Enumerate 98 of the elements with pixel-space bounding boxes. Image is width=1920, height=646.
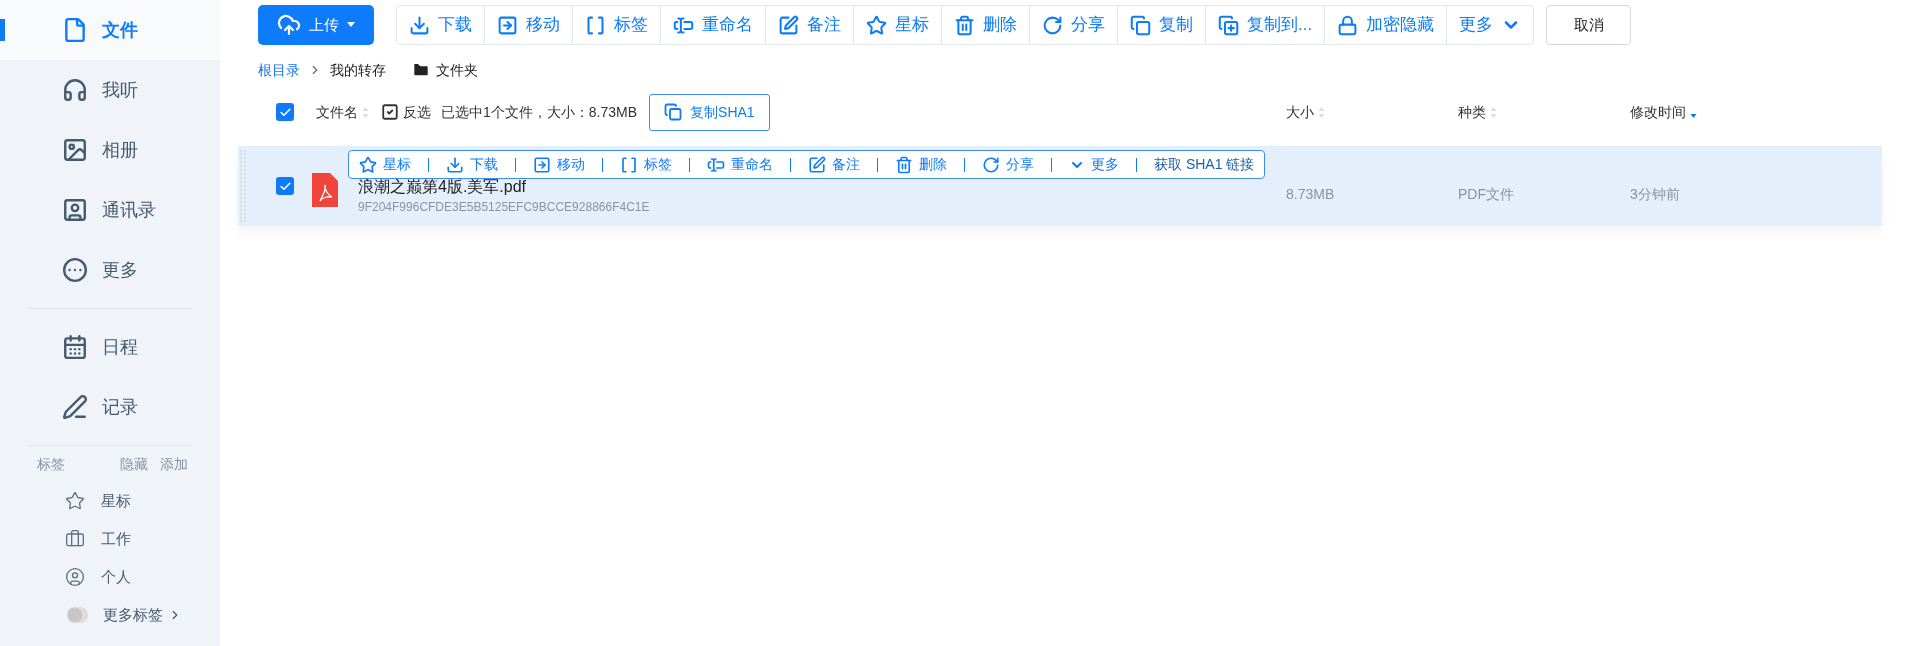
copy-sha1-button[interactable]: 复制SHA1 (649, 93, 770, 131)
sidebar-item[interactable]: 记录 (0, 377, 220, 437)
rename-icon (707, 155, 725, 174)
breadcrumb-item[interactable]: 我的转存 (330, 59, 386, 81)
copy-icon (1130, 14, 1151, 36)
column-header[interactable]: 修改时间 (1630, 101, 1697, 123)
sidebar-item[interactable]: 通讯录 (0, 180, 220, 240)
row-action-button[interactable]: 获取 SHA1 链接 (1154, 154, 1255, 175)
invert-selection-button[interactable]: 反选 (381, 101, 431, 123)
tag-item[interactable]: 工作 (0, 520, 220, 558)
active-indicator (0, 19, 5, 41)
download-icon (409, 14, 430, 36)
sort-icon (1490, 105, 1497, 119)
edit-icon (808, 155, 826, 174)
add-link[interactable]: 添加 (160, 453, 188, 475)
toolbar-button[interactable]: 移动 (484, 6, 572, 44)
sidebar-item[interactable]: 文件 (0, 0, 220, 60)
row-action-button[interactable]: 星标 (359, 154, 411, 175)
checkbox-icon (381, 103, 399, 121)
image-icon (62, 137, 88, 163)
cloud-upload-icon (277, 13, 301, 37)
brackets-icon (620, 155, 638, 174)
download-icon (446, 155, 464, 174)
toolbar-button[interactable]: 备注 (765, 6, 853, 44)
tag-item[interactable]: 星标 (0, 482, 220, 520)
toolbar-button[interactable]: 复制 (1117, 6, 1205, 44)
sidebar-item[interactable]: 更多 (0, 240, 220, 300)
toolbar-button[interactable]: 标签 (572, 6, 660, 44)
toolbar-button[interactable]: 分享 (1029, 6, 1117, 44)
column-header[interactable]: 种类 (1458, 101, 1497, 123)
sort-icon (1318, 105, 1325, 119)
toolbar-button[interactable]: 重命名 (660, 6, 765, 44)
toolbar-button[interactable]: 更多 (1446, 6, 1534, 44)
row-action-button[interactable]: 分享 (982, 154, 1034, 175)
modified-time: 3分钟前 (1630, 184, 1681, 204)
file-name[interactable]: 浪潮之巅第4版.美军.pdf (358, 178, 650, 196)
breadcrumb-item[interactable]: 根目录 (258, 59, 300, 81)
toolbar-button[interactable]: 加密隐藏 (1324, 6, 1447, 44)
edit-icon (778, 14, 799, 36)
selection-summary: 已选中1个文件，大小：8.73MB (441, 102, 638, 122)
tag-item[interactable]: 个人 (0, 558, 220, 596)
check-icon (278, 179, 292, 193)
sort-down-icon (1690, 113, 1697, 119)
copy-icon (664, 103, 683, 121)
move-icon (533, 155, 551, 174)
toolbar-button[interactable]: 复制到... (1205, 6, 1325, 44)
check-icon (278, 105, 292, 119)
headphones-icon (62, 77, 88, 103)
row-action-button[interactable]: 移动 (533, 154, 585, 175)
star-icon (866, 14, 887, 36)
lock-icon (1337, 14, 1359, 36)
brackets-icon (585, 14, 606, 36)
cancel-button[interactable]: 取消 (1546, 5, 1632, 45)
briefcase-icon (65, 529, 85, 549)
pen-icon (62, 394, 88, 420)
row-action-button[interactable]: 下载 (446, 154, 498, 175)
star-icon (359, 155, 377, 174)
row-action-button[interactable]: 重命名 (707, 154, 773, 175)
file-size: 8.73MB (1286, 184, 1336, 204)
more-icon (62, 257, 88, 283)
tags-circles-icon (66, 606, 90, 624)
select-all-checkbox[interactable] (276, 103, 294, 121)
file-row[interactable]: 浪潮之巅第4版.美军.pdf 9F204F996CFDE3E5B5125EFC9BCCE928866F4C1E 8.73MB PDF文件 3分钟前 星标 下载 移动 标签 重命名 备注 删除 分享 更多 获取 SHA1 链接 (238, 146, 1882, 226)
star-icon (65, 491, 85, 511)
row-action-button[interactable]: 备注 (808, 154, 860, 175)
move-icon (497, 14, 518, 36)
delete-icon (954, 14, 975, 36)
toolbar-button[interactable]: 下载 (397, 6, 484, 44)
column-header[interactable]: 大小 (1286, 101, 1325, 123)
sidebar-item[interactable]: 我听 (0, 60, 220, 120)
file-hash: 9F204F996CFDE3E5B5125EFC9BCCE928866F4C1E (358, 199, 650, 216)
hide-link[interactable]: 隐藏 (120, 453, 148, 475)
row-checkbox[interactable] (276, 177, 294, 195)
user-icon (65, 567, 85, 587)
new-folder-button[interactable]: 文件夹 (412, 59, 478, 81)
row-action-button[interactable]: 删除 (895, 154, 947, 175)
share-icon (1042, 14, 1063, 36)
caret-icon (347, 22, 355, 28)
column-header[interactable]: 文件名 (316, 101, 369, 123)
rename-icon (673, 14, 694, 36)
share-icon (982, 155, 1000, 174)
calendar-icon (62, 334, 88, 360)
pdf-file-icon (312, 173, 338, 207)
upload-button[interactable]: 上传 (258, 5, 374, 45)
row-action-button[interactable]: 标签 (620, 154, 672, 175)
toolbar-button[interactable]: 删除 (941, 6, 1029, 44)
copy-to-icon (1218, 14, 1239, 36)
contact-card-icon (62, 197, 88, 223)
sidebar-item[interactable]: 相册 (0, 120, 220, 180)
row-action-button[interactable]: 更多 (1069, 154, 1119, 175)
sort-icon (362, 105, 369, 119)
more-tags-link[interactable]: 更多标签 (0, 596, 220, 634)
tags-heading: 标签 (37, 454, 65, 474)
file-icon (62, 17, 88, 43)
sidebar-item[interactable]: 日程 (0, 317, 220, 377)
delete-icon (895, 155, 913, 174)
file-type: PDF文件 (1458, 184, 1515, 204)
toolbar-button[interactable]: 星标 (853, 6, 941, 44)
